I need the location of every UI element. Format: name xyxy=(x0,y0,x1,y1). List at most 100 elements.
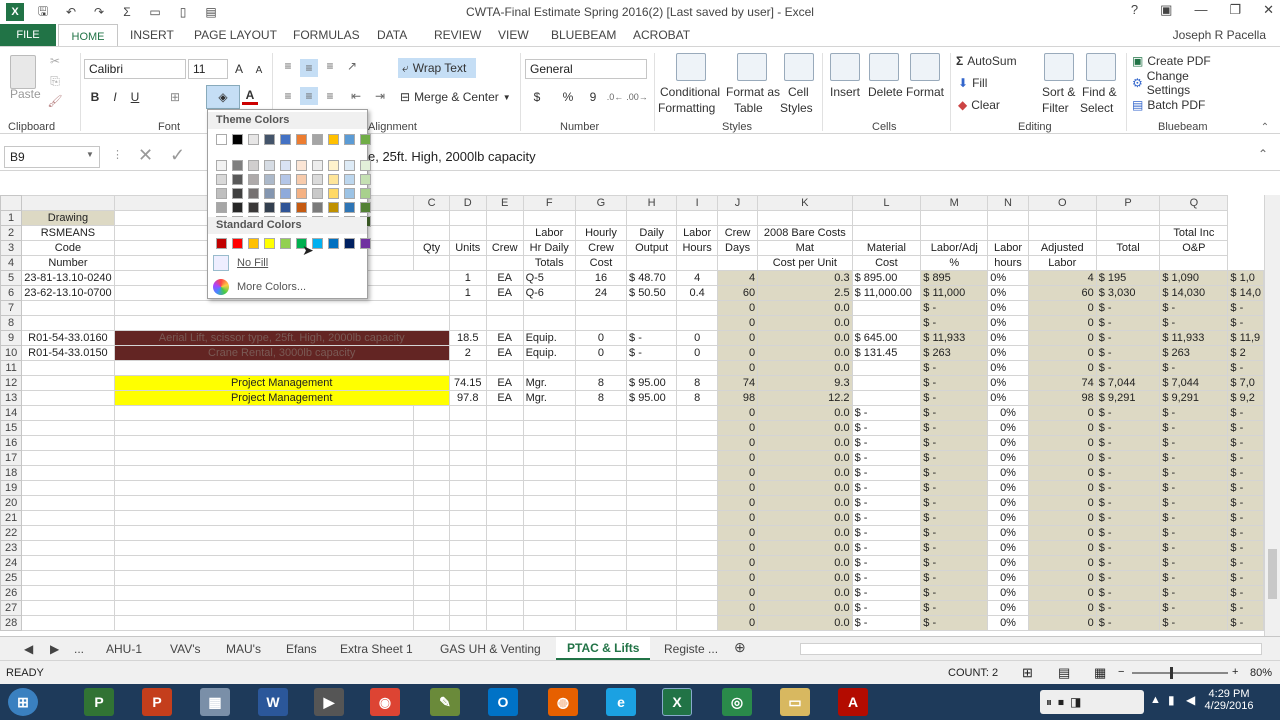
orientation-icon[interactable]: ↗ xyxy=(342,59,362,73)
cell[interactable] xyxy=(676,585,718,601)
cell[interactable]: Total xyxy=(1095,240,1161,256)
cell[interactable] xyxy=(413,525,450,541)
sheet-table[interactable]: BCDEFGHIJKLMNOPQ1Drawing2RSMEANSLaborHou… xyxy=(0,195,1264,631)
cell[interactable]: 0 xyxy=(1027,435,1097,451)
cell[interactable] xyxy=(626,540,678,556)
cell[interactable]: $ 9,291 xyxy=(1095,390,1161,406)
cell[interactable] xyxy=(676,450,718,466)
cell[interactable] xyxy=(21,480,115,496)
cell[interactable] xyxy=(574,540,628,556)
cut-icon[interactable]: ✂ xyxy=(46,53,64,69)
theme-color-swatch[interactable] xyxy=(248,160,259,171)
cell[interactable]: 0% xyxy=(987,360,1029,376)
tab-home[interactable]: HOME xyxy=(58,24,118,48)
cell[interactable]: Cost xyxy=(574,255,628,271)
cell[interactable]: Daily xyxy=(626,225,678,241)
cell[interactable]: 0% xyxy=(987,300,1029,316)
cell[interactable]: $ 14,030 xyxy=(1159,285,1229,301)
cell[interactable]: $ - xyxy=(920,600,989,616)
cell[interactable] xyxy=(21,495,115,511)
cell[interactable]: % xyxy=(920,255,989,271)
cell[interactable]: $ 50.50 xyxy=(626,285,678,301)
cell[interactable] xyxy=(522,600,576,616)
column-header[interactable]: Q xyxy=(1159,195,1229,211)
cell[interactable]: $ - xyxy=(1159,315,1229,331)
italic-button[interactable]: I xyxy=(108,89,122,105)
cell[interactable] xyxy=(676,420,718,436)
cell[interactable]: 0 xyxy=(1027,480,1097,496)
cell[interactable]: 0% xyxy=(987,585,1029,601)
cell[interactable]: Labor xyxy=(522,225,576,241)
cell[interactable] xyxy=(485,210,524,226)
tab-page-layout[interactable]: PAGE LAYOUT xyxy=(194,28,277,42)
cell[interactable]: $ - xyxy=(1095,345,1161,361)
cell[interactable] xyxy=(448,255,487,271)
cell[interactable]: $ 9,291 xyxy=(1159,390,1229,406)
cell[interactable]: $ - xyxy=(1095,615,1161,631)
cell[interactable] xyxy=(413,405,450,421)
insert-cells-label[interactable]: Insert xyxy=(830,85,860,99)
cell[interactable] xyxy=(113,435,415,451)
sheet-tab-ptac[interactable]: PTAC & Lifts xyxy=(556,637,651,661)
cell[interactable] xyxy=(413,510,450,526)
cell[interactable] xyxy=(676,315,718,331)
cell[interactable]: $ - xyxy=(1095,540,1161,556)
cell[interactable]: $ - xyxy=(920,570,989,586)
outlook-app-icon[interactable]: O xyxy=(488,688,518,716)
column-header[interactable]: F xyxy=(522,195,576,211)
theme-color-swatch[interactable] xyxy=(360,174,371,185)
tray-app-icon[interactable]: ◨ xyxy=(1070,695,1081,709)
cell[interactable]: Crew xyxy=(574,240,628,256)
cell[interactable]: 0 xyxy=(716,495,759,511)
cell[interactable] xyxy=(522,495,576,511)
cancel-icon[interactable]: ✕ xyxy=(138,145,153,166)
cell[interactable] xyxy=(574,600,628,616)
cell[interactable]: 0% xyxy=(987,285,1029,301)
cell[interactable] xyxy=(676,600,718,616)
cell[interactable]: 0% xyxy=(987,480,1029,496)
powerpoint-app-icon[interactable]: P xyxy=(142,688,172,716)
theme-color-swatch[interactable] xyxy=(248,134,259,145)
cell[interactable]: 0% xyxy=(987,615,1029,631)
more-colors-option[interactable]: More Colors... xyxy=(211,277,366,297)
align-left-icon[interactable]: ≡ xyxy=(280,89,296,103)
cell[interactable] xyxy=(113,315,450,331)
cell[interactable] xyxy=(21,585,115,601)
cell[interactable]: Hr Daily xyxy=(522,240,576,256)
cell[interactable]: $ - xyxy=(920,390,989,406)
cell[interactable]: Q-5 xyxy=(522,270,576,286)
cell[interactable]: 0.0 xyxy=(757,420,853,436)
cell[interactable] xyxy=(522,210,576,226)
cell[interactable]: Labor xyxy=(1027,255,1097,271)
cell[interactable]: 0.0 xyxy=(757,525,853,541)
cell[interactable] xyxy=(113,405,415,421)
cell[interactable] xyxy=(448,210,487,226)
internet-explorer-app-icon[interactable]: e xyxy=(606,688,636,716)
redo-icon[interactable]: ↷ xyxy=(90,3,108,21)
start-button-icon[interactable]: ⊞ xyxy=(8,688,38,716)
formula-input[interactable]: e, 25ft. High, 2000lb capacity xyxy=(368,149,536,164)
cell[interactable]: RSMEANS xyxy=(21,225,115,241)
cell[interactable]: 0.0 xyxy=(757,345,853,361)
cell[interactable] xyxy=(413,555,450,571)
cell[interactable]: 0.0 xyxy=(757,540,853,556)
autosum-button[interactable]: Σ AutoSum xyxy=(956,53,1026,69)
cell[interactable]: 0% xyxy=(987,600,1029,616)
theme-color-swatch[interactable] xyxy=(296,202,307,213)
expand-formula-icon[interactable]: ⌃ xyxy=(1258,147,1268,161)
cell[interactable] xyxy=(716,255,759,271)
cell[interactable] xyxy=(113,600,415,616)
cell[interactable] xyxy=(413,435,450,451)
cell[interactable]: 0.4 xyxy=(676,285,718,301)
cell[interactable]: $ - xyxy=(1095,450,1161,466)
decrease-indent-icon[interactable]: ⇤ xyxy=(348,89,364,103)
create-pdf-button[interactable]: ▣ Create PDF xyxy=(1132,53,1232,69)
row-header[interactable]: 17 xyxy=(0,450,23,466)
cell[interactable] xyxy=(21,600,115,616)
theme-color-swatch[interactable] xyxy=(328,134,339,145)
cell[interactable]: 0% xyxy=(987,540,1029,556)
cell[interactable]: 0 xyxy=(1027,360,1097,376)
cell[interactable]: $ - xyxy=(1095,315,1161,331)
network-icon[interactable]: ▮ xyxy=(1168,693,1175,707)
cell[interactable] xyxy=(448,300,487,316)
